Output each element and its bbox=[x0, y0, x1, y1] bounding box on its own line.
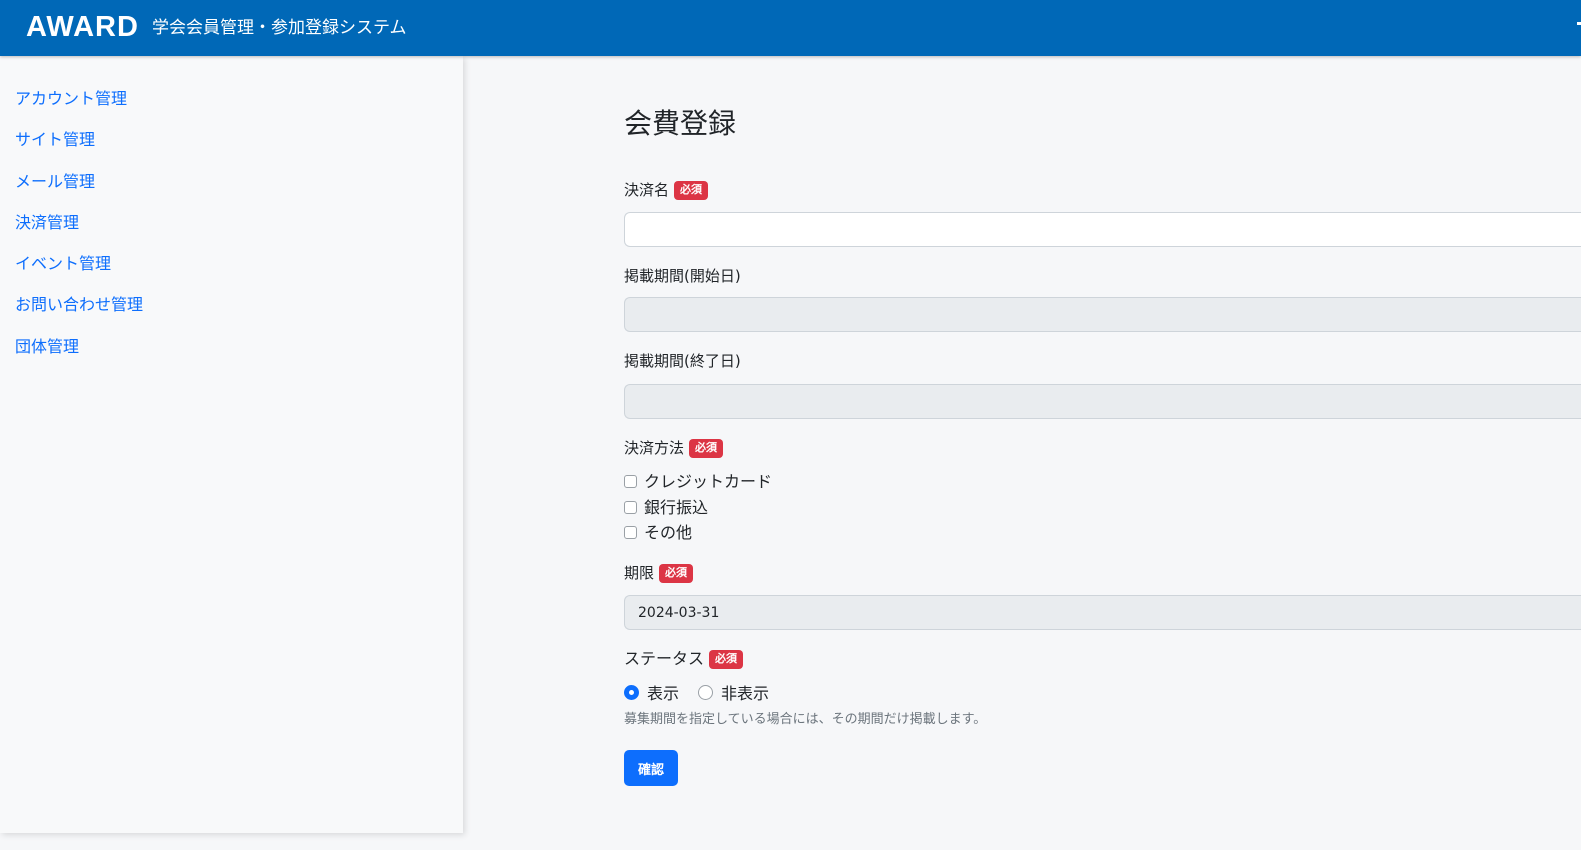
sidebar-item-event: イベント管理 bbox=[15, 252, 143, 293]
payment-name-input[interactable] bbox=[624, 212, 1581, 247]
status-show-label[interactable]: 表示 bbox=[647, 680, 679, 704]
status-label: ステータス 必須 bbox=[624, 648, 744, 670]
status-show-radio[interactable] bbox=[624, 684, 639, 700]
header-edge-indicator bbox=[1577, 22, 1581, 25]
main-content: 会費登録 決済名 必須 掲載期間(開始日) 掲載期間(終了日) 決済方法 必須 … bbox=[624, 0, 1581, 850]
sidebar-nav: アカウント管理 サイト管理 メール管理 決済管理 イベント管理 お問い合わせ管理… bbox=[15, 87, 143, 376]
payment-method-option-bank: 銀行振込 bbox=[624, 495, 708, 517]
status-radio-group: 表示 非表示 bbox=[624, 680, 788, 704]
status-hide-radio[interactable] bbox=[698, 684, 714, 700]
sidebar-link-group[interactable]: 団体管理 bbox=[15, 337, 79, 356]
period-start-label-text: 掲載期間(開始日) bbox=[624, 267, 741, 285]
bank-transfer-label[interactable]: 銀行振込 bbox=[644, 494, 708, 518]
sidebar-link-event[interactable]: イベント管理 bbox=[15, 254, 111, 273]
top-header: AWARD 学会会員管理・参加登録システム bbox=[0, 0, 1581, 56]
status-help-text: 募集期間を指定している場合には、その期間だけ掲載します。 bbox=[624, 712, 987, 727]
required-badge: 必須 bbox=[709, 649, 744, 669]
period-start-input[interactable] bbox=[624, 297, 1581, 332]
sidebar-link-mail[interactable]: メール管理 bbox=[15, 172, 95, 191]
sidebar-link-account[interactable]: アカウント管理 bbox=[15, 89, 127, 108]
other-method-label[interactable]: その他 bbox=[644, 519, 692, 543]
payment-method-option-credit: クレジットカード bbox=[624, 469, 772, 491]
deadline-label: 期限 必須 bbox=[624, 562, 694, 584]
required-badge: 必須 bbox=[659, 563, 694, 583]
confirm-button[interactable]: 確認 bbox=[624, 750, 678, 786]
sidebar-item-account: アカウント管理 bbox=[15, 87, 143, 128]
period-end-input[interactable] bbox=[624, 384, 1581, 419]
credit-card-label[interactable]: クレジットカード bbox=[644, 468, 772, 492]
payment-method-label-text: 決済方法 bbox=[624, 439, 685, 457]
sidebar-item-site: サイト管理 bbox=[15, 128, 143, 169]
status-label-text: ステータス bbox=[624, 649, 705, 668]
deadline-label-text: 期限 bbox=[624, 564, 655, 582]
payment-method-label: 決済方法 必須 bbox=[624, 437, 724, 459]
required-badge: 必須 bbox=[689, 438, 724, 458]
app-title: 学会会員管理・参加登録システム bbox=[152, 18, 407, 38]
payment-name-label-text: 決済名 bbox=[624, 181, 670, 199]
status-hide-label[interactable]: 非表示 bbox=[721, 680, 769, 704]
payment-name-label: 決済名 必須 bbox=[624, 179, 709, 201]
sidebar-item-inquiry: お問い合わせ管理 bbox=[15, 293, 143, 334]
sidebar-link-payment[interactable]: 決済管理 bbox=[15, 213, 79, 232]
sidebar-link-inquiry[interactable]: お問い合わせ管理 bbox=[15, 295, 143, 314]
sidebar-link-site[interactable]: サイト管理 bbox=[15, 130, 95, 149]
award-logo[interactable]: AWARD bbox=[26, 11, 139, 43]
page-title: 会費登録 bbox=[624, 107, 737, 140]
period-start-label: 掲載期間(開始日) bbox=[624, 265, 741, 287]
credit-card-checkbox[interactable] bbox=[624, 474, 637, 488]
payment-method-option-other: その他 bbox=[624, 520, 692, 542]
required-badge: 必須 bbox=[674, 180, 709, 200]
period-end-label: 掲載期間(終了日) bbox=[624, 350, 741, 372]
bank-transfer-checkbox[interactable] bbox=[624, 500, 637, 514]
period-end-label-text: 掲載期間(終了日) bbox=[624, 352, 741, 370]
other-method-checkbox[interactable] bbox=[624, 525, 637, 539]
deadline-value: 2024-03-31 bbox=[638, 605, 720, 621]
sidebar-item-group: 団体管理 bbox=[15, 335, 143, 376]
sidebar: アカウント管理 サイト管理 メール管理 決済管理 イベント管理 お問い合わせ管理… bbox=[0, 56, 463, 833]
sidebar-item-mail: メール管理 bbox=[15, 170, 143, 211]
deadline-input[interactable]: 2024-03-31 bbox=[624, 595, 1581, 630]
sidebar-item-payment: 決済管理 bbox=[15, 211, 143, 252]
